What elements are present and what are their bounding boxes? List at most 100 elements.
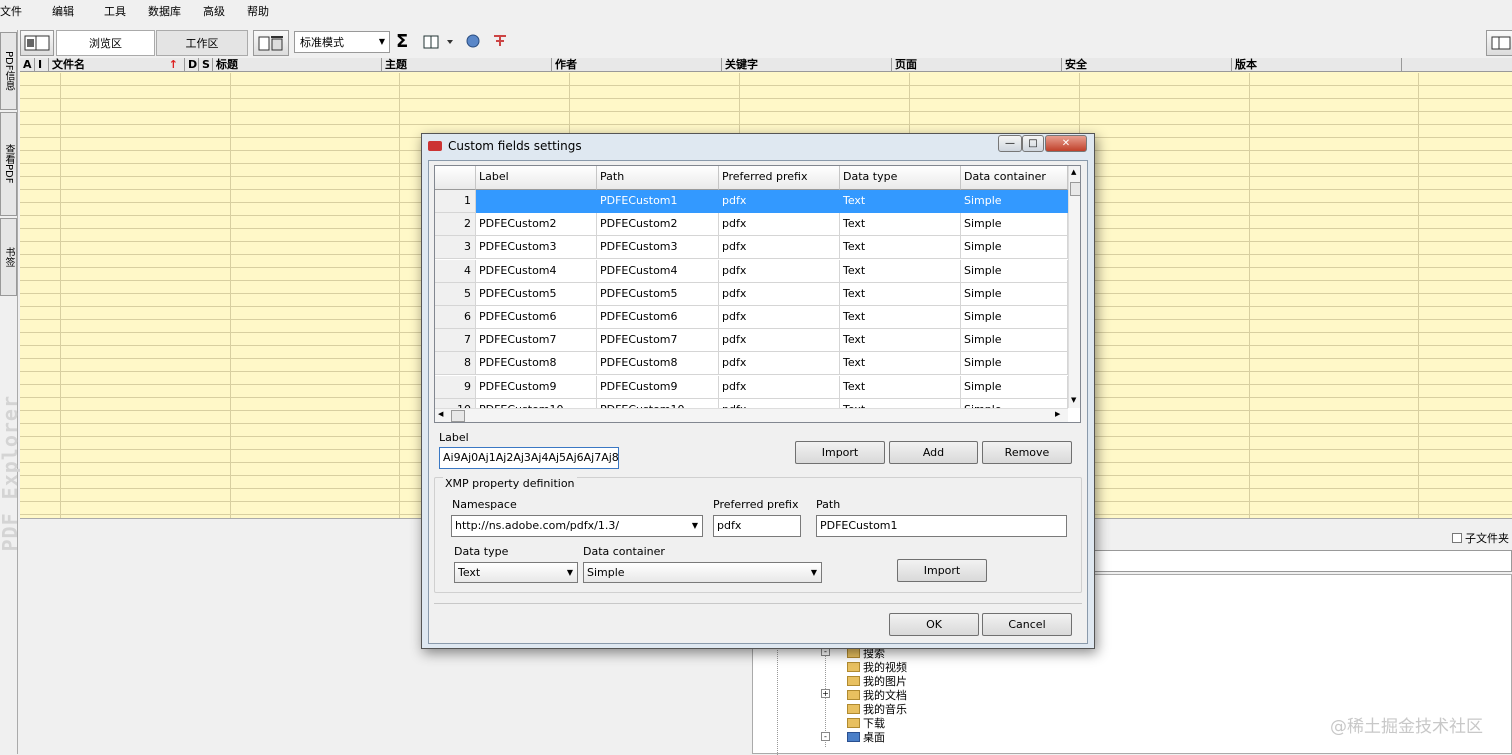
namespace-combo[interactable]: http://ns.adobe.com/pdfx/1.3/ ▼ xyxy=(451,515,703,537)
cell-container[interactable]: Simple xyxy=(961,306,1068,329)
col-pages[interactable]: 页面 xyxy=(892,58,1062,72)
cell-label[interactable]: PDFECustom2 xyxy=(476,213,597,237)
path-input[interactable]: PDFECustom1 xyxy=(816,515,1067,537)
col-subject[interactable]: 主题 xyxy=(382,58,552,72)
globe-icon[interactable] xyxy=(466,34,480,51)
tab-browse[interactable]: 浏览区 xyxy=(56,30,155,56)
cell-path[interactable]: PDFECustom4 xyxy=(597,259,719,283)
cell-container[interactable]: Simple xyxy=(961,352,1068,376)
panel-toggle-button[interactable] xyxy=(20,30,54,56)
sum-icon[interactable]: Σ xyxy=(396,31,408,52)
menu-database[interactable]: 数据库 xyxy=(140,3,189,19)
cell-type[interactable]: Text xyxy=(840,259,961,283)
menu-advanced[interactable]: 高级 xyxy=(195,3,233,19)
checkbox-box[interactable] xyxy=(1452,533,1462,543)
menu-tools[interactable]: 工具 xyxy=(96,3,134,19)
cell-container[interactable]: Simple xyxy=(961,213,1068,237)
add-button[interactable]: Add xyxy=(889,441,978,464)
table-row[interactable]: 7 PDFECustom7 PDFECustom7 pdfx Text Simple xyxy=(435,329,1068,353)
table-row[interactable]: 9 PDFECustom9 PDFECustom9 pdfx Text Simple xyxy=(435,375,1068,399)
col-d[interactable]: D xyxy=(185,58,199,72)
import-xmp-button[interactable]: Import xyxy=(897,559,987,582)
cell-label[interactable]: PDFECustom6 xyxy=(476,306,597,329)
cell-prefix[interactable]: pdfx xyxy=(719,375,840,399)
cell-label[interactable]: PDFECustom7 xyxy=(476,329,597,353)
th-path[interactable]: Path xyxy=(597,166,719,190)
table-row[interactable]: 8 PDFECustom8 PDFECustom8 pdfx Text Simple xyxy=(435,352,1068,376)
prefix-input[interactable]: pdfx xyxy=(713,515,801,537)
vertical-scrollbar[interactable]: ▲ ▼ xyxy=(1068,166,1080,408)
table-row[interactable]: 2 PDFECustom2 PDFECustom2 pdfx Text Simple xyxy=(435,213,1068,237)
delete-column-button[interactable] xyxy=(253,30,289,56)
menu-file[interactable]: 文件 xyxy=(0,3,30,19)
cell-prefix[interactable]: pdfx xyxy=(719,190,840,213)
cell-container[interactable]: Simple xyxy=(961,282,1068,306)
cell-path[interactable]: PDFECustom9 xyxy=(597,375,719,399)
col-security[interactable]: 安全 xyxy=(1062,58,1232,72)
cell-label[interactable]: PDFECustom9 xyxy=(476,375,597,399)
cell-label[interactable] xyxy=(476,190,597,213)
mode-select[interactable]: 标准模式 ▼ xyxy=(294,31,390,53)
subfolder-checkbox[interactable]: 子文件夹 xyxy=(1452,530,1509,546)
cell-prefix[interactable]: pdfx xyxy=(719,282,840,306)
tree-expand-icon[interactable]: + xyxy=(821,689,830,698)
col-title[interactable]: 标题 xyxy=(213,58,382,72)
container-select[interactable]: Simple ▼ xyxy=(583,562,822,583)
cell-path[interactable]: PDFECustom2 xyxy=(597,213,719,237)
cell-prefix[interactable]: pdfx xyxy=(719,306,840,329)
cell-prefix[interactable]: pdfx xyxy=(719,213,840,237)
scroll-thumb[interactable] xyxy=(1070,182,1080,196)
import-button[interactable]: Import xyxy=(795,441,885,464)
cell-label[interactable]: PDFECustom5 xyxy=(476,282,597,306)
cell-container[interactable]: Simple xyxy=(961,329,1068,353)
maximize-button[interactable]: □ xyxy=(1022,135,1044,152)
scroll-down-icon[interactable]: ▼ xyxy=(1071,396,1076,404)
layout-button[interactable] xyxy=(1486,30,1512,56)
col-filename[interactable]: 文件名 ↑ xyxy=(49,58,185,72)
tab-pdf-info[interactable]: PDF信息 xyxy=(0,32,17,110)
scroll-left-icon[interactable]: ◀ xyxy=(438,410,443,418)
cell-type[interactable]: Text xyxy=(840,190,961,213)
col-i[interactable]: I xyxy=(35,58,49,72)
cell-container[interactable]: Simple xyxy=(961,236,1068,260)
tree-expand-icon[interactable]: - xyxy=(821,732,830,741)
table-row[interactable]: 3 PDFECustom3 PDFECustom3 pdfx Text Simple xyxy=(435,236,1068,260)
th-label[interactable]: Label xyxy=(476,166,597,190)
table-row[interactable]: 5 PDFECustom5 PDFECustom5 pdfx Text Simple xyxy=(435,282,1068,306)
cell-type[interactable]: Text xyxy=(840,282,961,306)
th-datatype[interactable]: Data type xyxy=(840,166,961,190)
ok-button[interactable]: OK xyxy=(889,613,979,636)
col-author[interactable]: 作者 xyxy=(552,58,722,72)
remove-button[interactable]: Remove xyxy=(982,441,1072,464)
menu-edit[interactable]: 编辑 xyxy=(44,3,82,19)
tab-work[interactable]: 工作区 xyxy=(156,30,248,56)
tab-view-pdf[interactable]: 查看PDF xyxy=(0,112,17,216)
cell-path[interactable]: PDFECustom3 xyxy=(597,236,719,260)
table-row[interactable]: 4 PDFECustom4 PDFECustom4 pdfx Text Simple xyxy=(435,259,1068,283)
close-button[interactable]: ✕ xyxy=(1045,135,1087,152)
tree-node-desktop[interactable]: 桌面 xyxy=(847,729,885,745)
table-row[interactable]: 1 PDFECustom1 pdfx Text Simple xyxy=(435,190,1068,213)
cell-container[interactable]: Simple xyxy=(961,259,1068,283)
fields-table[interactable]: Label Path Preferred prefix Data type Da… xyxy=(434,165,1081,423)
menu-help[interactable]: 帮助 xyxy=(239,3,277,19)
cell-container[interactable]: Simple xyxy=(961,375,1068,399)
table-row[interactable]: 6 PDFECustom6 PDFECustom6 pdfx Text Simple xyxy=(435,306,1068,329)
col-s[interactable]: S xyxy=(199,58,213,72)
folder-path-combo[interactable] xyxy=(1092,550,1512,572)
cell-type[interactable]: Text xyxy=(840,236,961,260)
label-input[interactable]: Ai9Aj0Aj1Aj2Aj3Aj4Aj5Aj6Aj7Aj8Aj9 xyxy=(439,447,619,469)
cell-path[interactable]: PDFECustom5 xyxy=(597,282,719,306)
scroll-up-icon[interactable]: ▲ xyxy=(1071,168,1076,176)
pin-icon[interactable] xyxy=(492,33,508,52)
scroll-right-icon[interactable]: ▶ xyxy=(1055,410,1060,418)
cell-prefix[interactable]: pdfx xyxy=(719,236,840,260)
minimize-button[interactable]: — xyxy=(998,135,1022,152)
cell-path[interactable]: PDFECustom7 xyxy=(597,329,719,353)
col-keywords[interactable]: 关键字 xyxy=(722,58,892,72)
cell-label[interactable]: PDFECustom8 xyxy=(476,352,597,376)
cell-prefix[interactable]: pdfx xyxy=(719,329,840,353)
cell-type[interactable]: Text xyxy=(840,306,961,329)
cell-prefix[interactable]: pdfx xyxy=(719,352,840,376)
cell-type[interactable]: Text xyxy=(840,375,961,399)
